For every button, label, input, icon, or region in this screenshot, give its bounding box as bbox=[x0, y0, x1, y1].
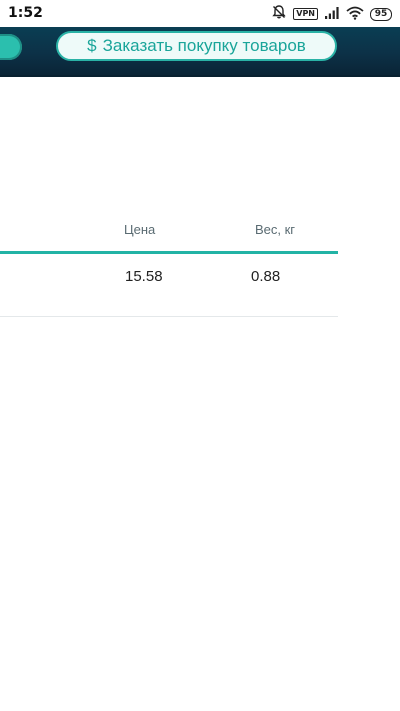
order-purchase-button[interactable]: $ Заказать покупку товаров bbox=[56, 31, 337, 61]
table-header: Цена Вес, кг bbox=[0, 216, 338, 254]
vpn-icon: VPN bbox=[293, 8, 318, 20]
status-icons: VPN 95 bbox=[271, 4, 392, 24]
wifi-icon bbox=[346, 5, 364, 24]
column-header-price: Цена bbox=[124, 222, 156, 237]
column-header-weight: Вес, кг bbox=[255, 222, 296, 237]
menu-toggle-button[interactable] bbox=[0, 34, 22, 60]
battery-icon: 95 bbox=[370, 7, 392, 21]
main-content: Цена Вес, кг 15.58 0.88 bbox=[0, 79, 400, 711]
signal-icon bbox=[324, 5, 340, 24]
items-table: Цена Вес, кг 15.58 0.88 bbox=[0, 216, 338, 317]
status-bar: 1:52 VPN 95 bbox=[0, 0, 400, 27]
app-bar: $ Заказать покупку товаров bbox=[0, 27, 400, 77]
cell-weight: 0.88 bbox=[251, 268, 281, 285]
cell-price: 15.58 bbox=[125, 268, 163, 285]
bell-off-icon bbox=[271, 4, 287, 24]
status-time: 1:52 bbox=[8, 5, 43, 21]
dollar-icon: $ bbox=[87, 36, 97, 55]
order-button-label: Заказать покупку товаров bbox=[102, 36, 306, 55]
battery-level: 95 bbox=[370, 7, 392, 21]
table-row[interactable]: 15.58 0.88 bbox=[0, 254, 338, 317]
